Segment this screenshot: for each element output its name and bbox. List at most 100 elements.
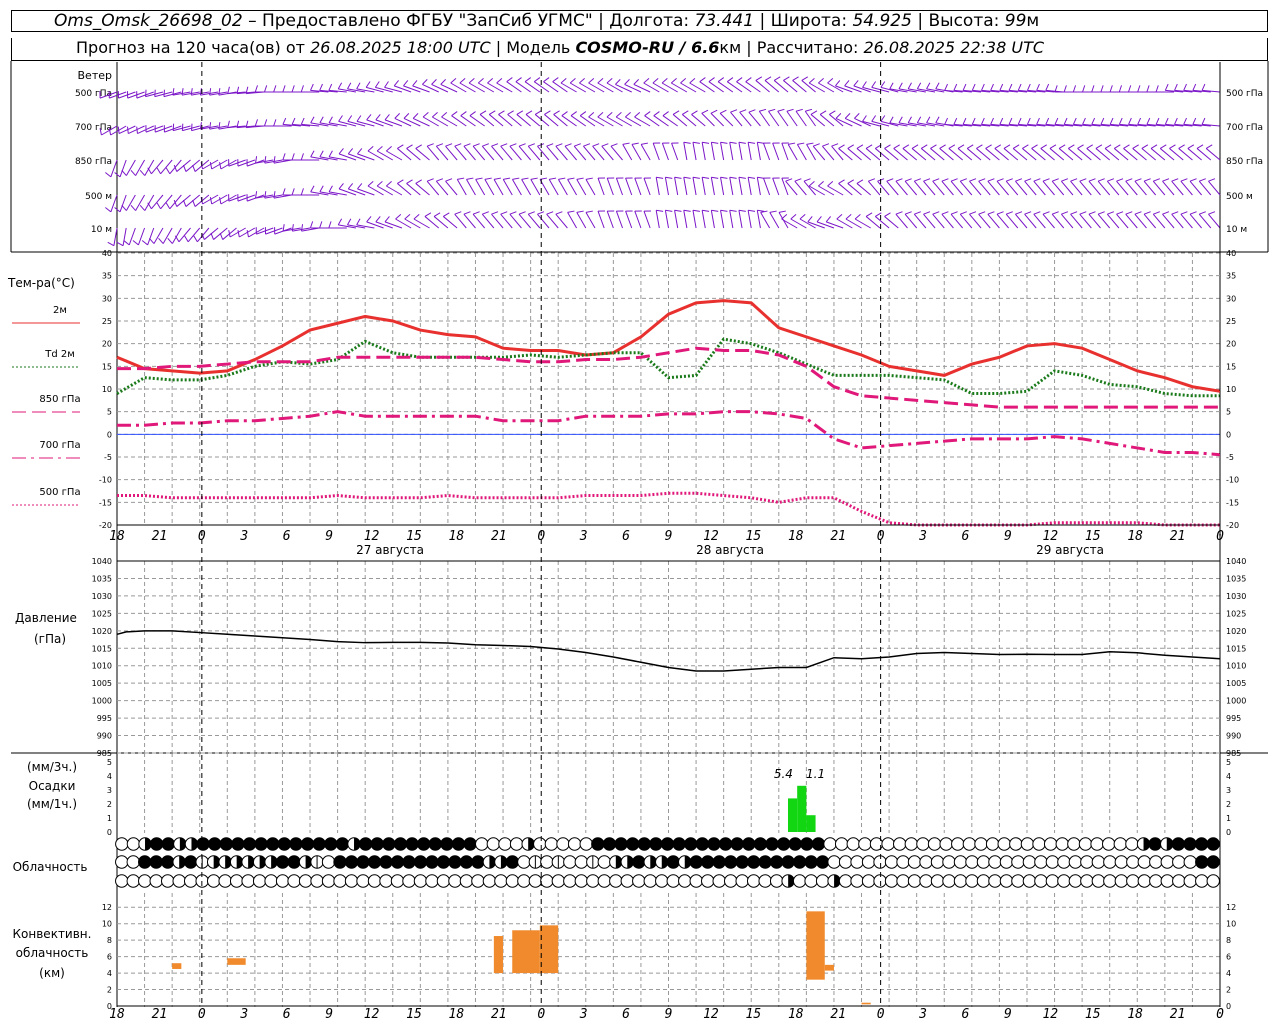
wind-flag-3-36 — [436, 178, 444, 182]
cloud-cell-1-58 — [781, 855, 795, 869]
wind-barb-2-31 — [386, 150, 403, 161]
wind-barb-2-75 — [796, 144, 807, 161]
cloud-cell-1-45 — [632, 855, 646, 869]
temp-ytick-left--5: -5 — [104, 453, 112, 462]
wind-flag-4-60 — [665, 209, 673, 212]
wind-barb-0-67 — [717, 81, 734, 93]
conv-xtick-12: 6 — [622, 1007, 630, 1022]
cloud-cell-1-82 — [1057, 855, 1071, 869]
wind-flag-2-49 — [555, 143, 563, 147]
cloud-cell-1-19 — [333, 855, 347, 869]
temp-xtick-11: 3 — [579, 529, 588, 544]
cloud-cell-2-21 — [356, 874, 370, 888]
wind-barb-1-36 — [432, 116, 449, 127]
cloud-cell-0-93 — [1194, 837, 1209, 851]
wind-flag-2-4 — [139, 169, 146, 176]
cloud-cell-2-90 — [1149, 874, 1163, 888]
wind-flag-4-80 — [836, 214, 843, 220]
wind-flag-0-77 — [808, 78, 815, 84]
wind-barb-2-73 — [781, 142, 789, 161]
conv-xtick-15: 15 — [746, 1007, 762, 1022]
wind-flag-4-15 — [237, 230, 240, 238]
wind-flag-4-73 — [778, 210, 786, 213]
cloud-cell-1-1 — [126, 855, 140, 869]
wind-flag-0-45 — [515, 77, 522, 83]
wind-flag-1-70 — [748, 109, 756, 113]
cloud-cell-2-26 — [413, 874, 428, 888]
wind-barb-4-114 — [1152, 213, 1166, 229]
temp-ytick-right--20: -20 — [1226, 521, 1239, 530]
cloud-cell-1-90 — [1149, 855, 1163, 869]
wind-flag-3-6 — [156, 202, 162, 210]
wind-flag-4-4 — [141, 240, 148, 246]
wind-barb-0-57 — [624, 83, 642, 93]
temp-xtick-23: 15 — [1085, 529, 1101, 544]
wind-flag-3-81 — [847, 179, 854, 184]
wind-barb-4-97 — [996, 213, 1009, 229]
cloud-cell-2-87 — [1114, 874, 1129, 888]
wind-flag-1-96 — [981, 117, 985, 125]
temp-xtick-22: 12 — [1042, 529, 1058, 544]
wind-barb-2-52 — [583, 145, 596, 161]
precip-bar-2 — [806, 815, 816, 832]
wind-flag-1-80 — [835, 112, 842, 119]
wind-flag-1-49 — [553, 110, 560, 115]
date-label-0: 27 августа — [356, 543, 424, 557]
pressure-title: Давление — [15, 611, 77, 625]
wind-barb-4-101 — [1033, 213, 1046, 229]
temp-ytick-right-20: 20 — [1226, 340, 1236, 349]
wind-flag-2-29 — [367, 146, 374, 152]
wind-flag-4-96 — [987, 211, 995, 215]
wind-flag-2-30 — [376, 146, 383, 152]
wind-barb-0-70 — [745, 81, 761, 93]
wind-barb-1-89 — [917, 122, 936, 127]
cloud-cell-2-86 — [1103, 874, 1117, 888]
temp-legend-label-1: Td 2м — [44, 349, 75, 360]
wind-flag-1-65 — [701, 109, 709, 114]
conv-xtick-6: 12 — [364, 1007, 380, 1022]
wind-flag-0-103 — [1045, 83, 1050, 91]
wind-flag-2-62 — [683, 141, 691, 144]
wind-barb-2-59 — [652, 142, 660, 161]
conv-bar-1 — [227, 958, 246, 965]
wind-barb-2-54 — [601, 145, 614, 161]
temp-ytick-right-10: 10 — [1226, 385, 1236, 394]
wind-flag-4-10 — [193, 235, 198, 243]
wind-barb-1-54 — [597, 116, 614, 127]
wind-barb-3-75 — [794, 180, 807, 196]
conv-ytick-right-4: 4 — [1226, 969, 1231, 978]
wind-flag-3-37 — [445, 178, 453, 182]
conv-xtick-4: 6 — [283, 1007, 291, 1022]
wind-flag-1-22 — [300, 117, 305, 125]
wind-barb-2-38 — [454, 145, 467, 161]
wind-barb-3-87 — [904, 180, 918, 196]
wind-barb-4-65 — [710, 210, 715, 229]
conv-ytick-left-10: 10 — [102, 920, 112, 929]
wind-barb-3-88 — [913, 180, 927, 196]
wind-barb-4-67 — [729, 210, 734, 229]
cloud-cell-1-77 — [999, 855, 1014, 869]
wind-flag-3-102 — [1042, 178, 1050, 182]
cloud-cell-1-28 — [436, 855, 451, 869]
wind-flag-1-3 — [127, 126, 129, 134]
wind-flag-0-80 — [835, 80, 841, 87]
wind-flag-0-64 — [689, 78, 696, 84]
cloud-cell-2-28 — [436, 874, 451, 888]
cloud-cell-0-79 — [1032, 837, 1046, 851]
wind-barb-4-92 — [950, 213, 964, 229]
date-label-2: 29 августа — [1036, 543, 1104, 557]
wind-barb-4-57 — [634, 210, 642, 229]
wind-flag-2-18 — [264, 156, 267, 164]
cloud-cell-1-51 — [701, 855, 715, 869]
wind-barb-2-35 — [426, 145, 440, 161]
cloud-cell-1-59 — [792, 855, 807, 869]
wind-barb-3-114 — [1152, 180, 1166, 196]
prec-ytick-right-0: 0 — [1226, 828, 1231, 837]
wind-flag-3-91 — [941, 178, 949, 182]
wind-flag-0-30 — [374, 81, 380, 88]
wind-flag-4-35 — [424, 212, 432, 217]
wind-flag-3-42 — [493, 177, 502, 180]
wind-flag-4-41 — [482, 211, 489, 215]
wind-barb-2-67 — [729, 142, 734, 161]
wind-barb-3-116 — [1171, 180, 1184, 196]
